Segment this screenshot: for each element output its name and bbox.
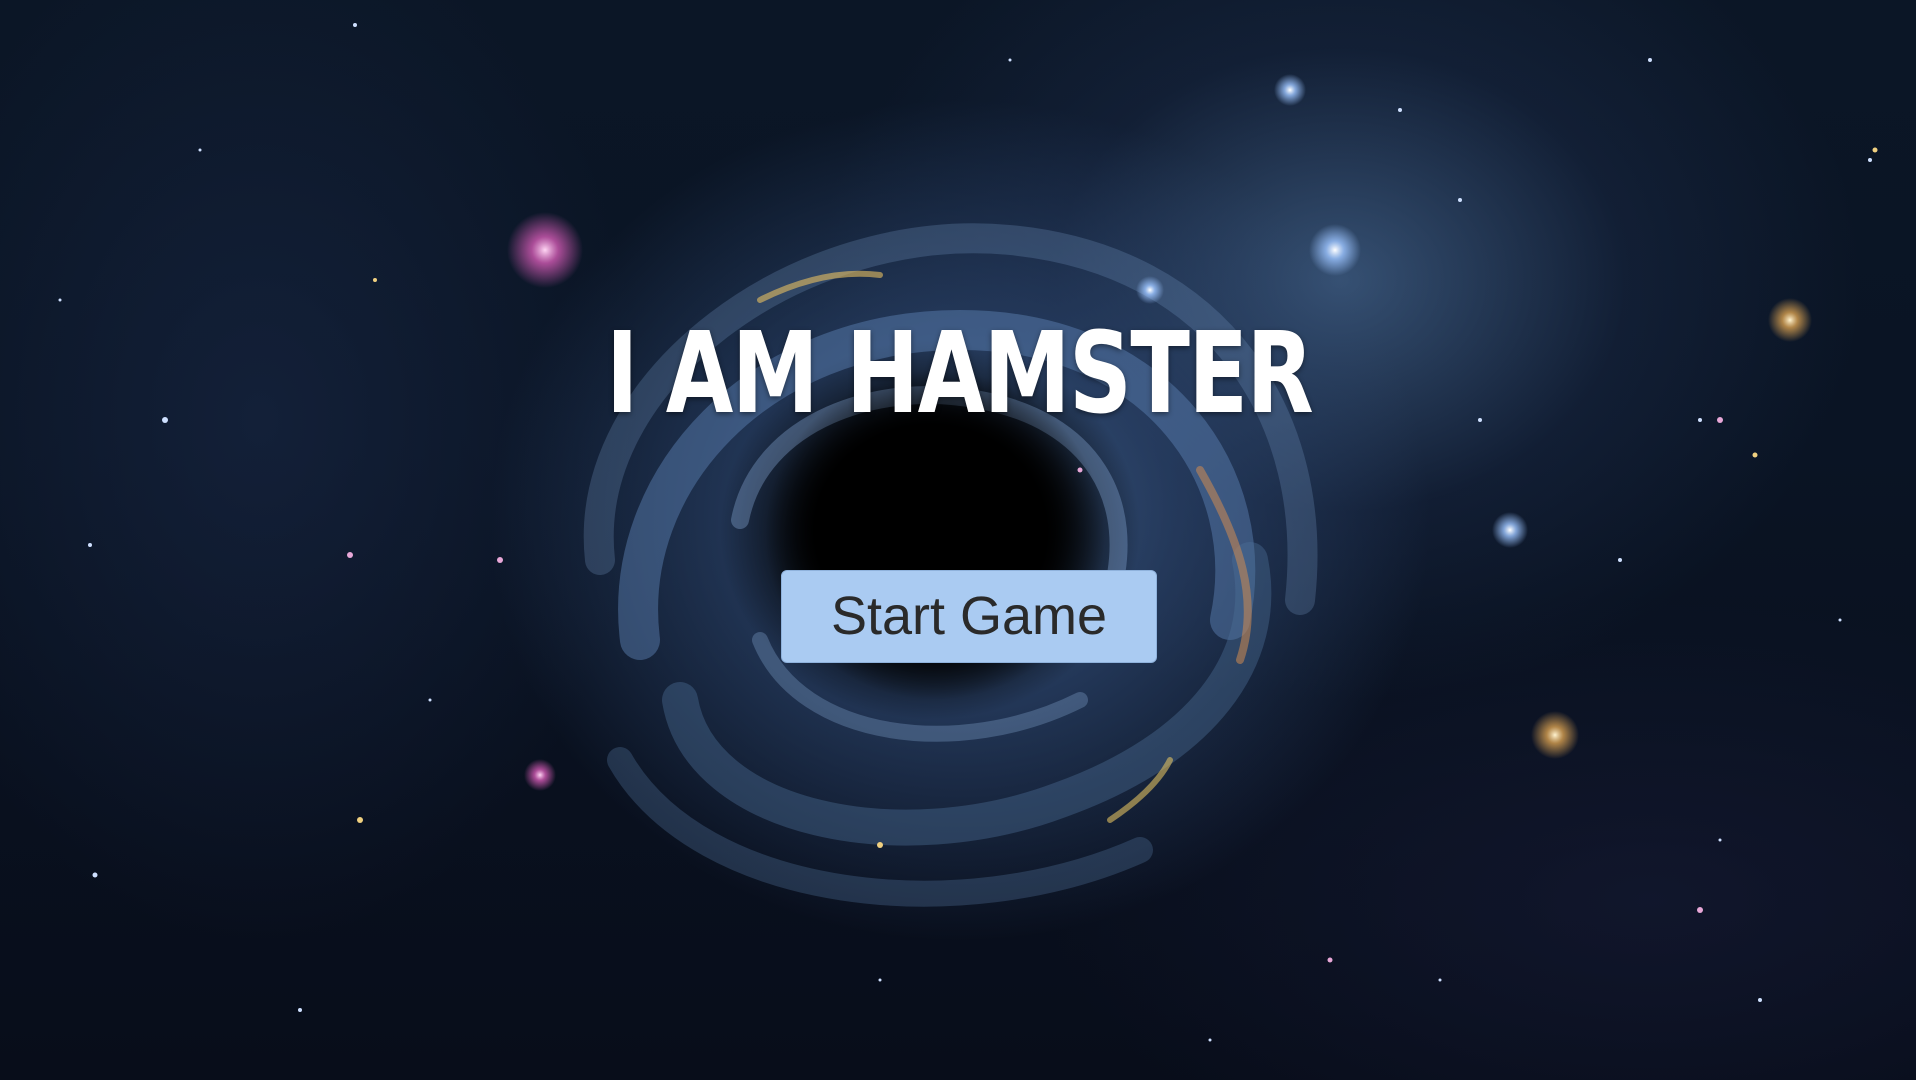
game-title: I AM HAMSTER bbox=[605, 309, 1314, 439]
galaxy-black-hole-background bbox=[58, 23, 1878, 1042]
start-game-button[interactable]: Start Game bbox=[781, 570, 1157, 663]
game-screen: I AM HAMSTER Start Game bbox=[0, 0, 1916, 1080]
